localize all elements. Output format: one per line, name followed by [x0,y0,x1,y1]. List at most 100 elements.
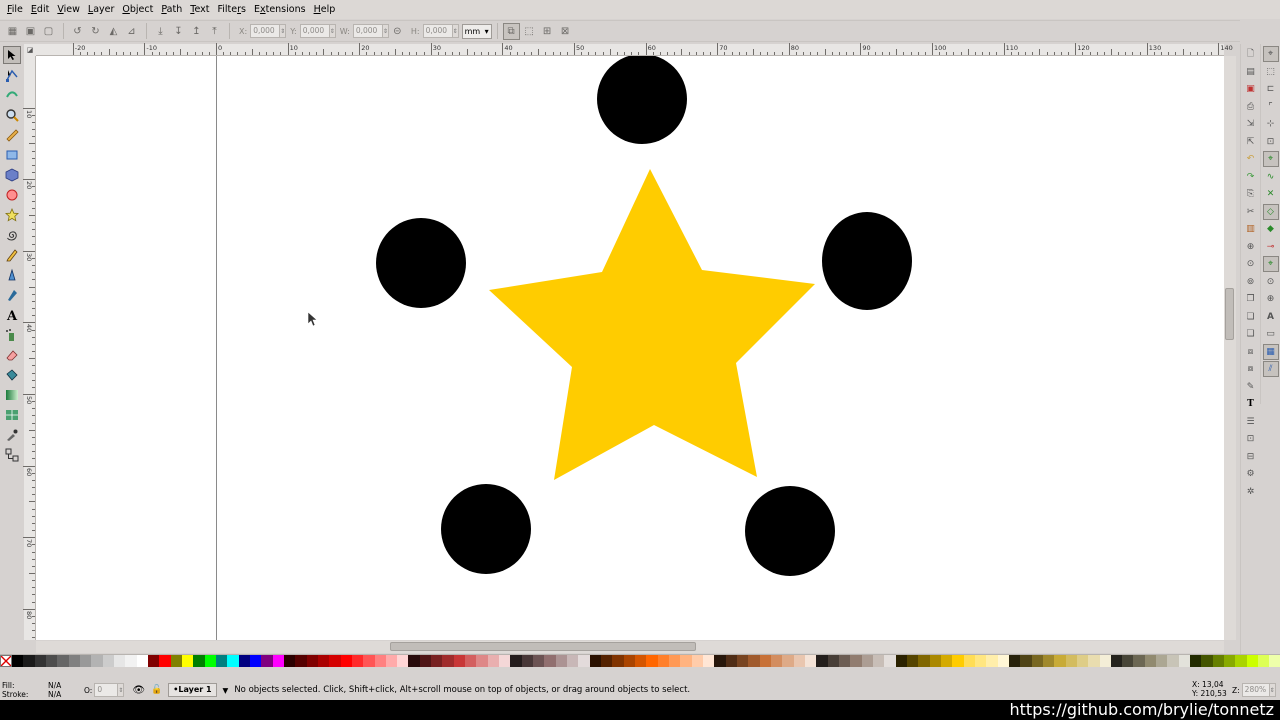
palette-swatch[interactable] [940,655,953,667]
palette-swatch[interactable] [68,655,80,667]
lower-to-bottom-icon[interactable]: ⤓ [152,23,169,40]
palette-swatch[interactable] [499,655,511,667]
palette-swatch[interactable] [623,655,636,667]
vertical-scrollbar-thumb[interactable] [1225,288,1234,340]
palette-swatch[interactable] [1258,655,1270,667]
palette-swatch[interactable] [533,655,545,667]
snap-bbox-icon[interactable]: ⬚ [1263,64,1279,80]
palette-swatch[interactable] [1246,655,1259,667]
palette-swatch[interactable] [147,655,160,667]
palette-swatch[interactable] [601,655,613,667]
text-tool-icon[interactable]: A [3,306,21,324]
rotate-ccw-icon[interactable]: ↺ [69,23,86,40]
palette-swatch[interactable] [1156,655,1168,667]
deselect-icon[interactable]: ▢ [40,23,57,40]
vertical-ruler[interactable]: 10 20 30 40 50 60 70 80 [23,56,36,640]
document-properties-icon[interactable]: ⚙ [1243,466,1259,482]
unit-select[interactable]: mm ▾ [461,23,492,39]
palette-swatch[interactable] [589,655,602,667]
flip-horizontal-icon[interactable]: ◭ [105,23,122,40]
palette-swatch[interactable] [79,655,92,667]
dropper-tool-icon[interactable] [3,426,21,444]
palette-swatch[interactable] [804,655,817,667]
spray-tool-icon[interactable] [3,326,21,344]
palette-swatch[interactable] [714,655,726,667]
preferences-icon[interactable]: ✲ [1243,484,1259,500]
palette-swatch[interactable] [1110,655,1123,667]
circle-bottom-right[interactable] [745,486,835,576]
palette-swatch[interactable] [1054,655,1066,667]
palette-swatch[interactable] [737,655,749,667]
circle-left[interactable] [376,218,466,308]
snap-cusp-nodes-icon[interactable]: ◇ [1262,203,1279,220]
rectangle-tool-icon[interactable] [3,146,21,164]
x-input[interactable]: 0,000 [250,24,281,38]
palette-swatch[interactable] [578,655,590,667]
palette-swatch[interactable] [385,655,398,667]
palette-swatch[interactable] [906,655,919,667]
snap-grid-icon[interactable]: ▦ [1262,343,1279,360]
connector-tool-icon[interactable] [3,446,21,464]
move-gradients-icon[interactable]: ⊞ [539,23,556,40]
h-spin-arrows-icon[interactable]: ⇕ [453,24,459,38]
opacity-spin-arrows-icon[interactable]: ⇕ [118,683,125,697]
palette-swatch[interactable] [306,655,318,667]
move-patterns-icon[interactable]: ⊠ [557,23,574,40]
save-document-icon[interactable]: ▣ [1243,81,1259,97]
palette-swatch[interactable] [465,655,477,667]
palette-swatch[interactable] [487,655,500,667]
palette-swatch[interactable] [703,655,715,667]
measure-tool-icon[interactable] [3,126,21,144]
menu-object[interactable]: Object [118,0,157,19]
current-layer-select[interactable]: •Layer 1 [168,683,217,697]
palette-swatch[interactable] [521,655,534,667]
palette-swatch[interactable] [329,655,341,667]
palette-swatch[interactable] [102,655,114,667]
no-color-swatch[interactable] [0,655,12,667]
chevron-down-icon[interactable]: ▼ [223,686,229,695]
pen-tool-icon[interactable] [3,266,21,284]
palette-swatch[interactable] [419,655,432,667]
palette-swatch[interactable] [397,655,409,667]
palette-swatch[interactable] [261,655,273,667]
palette-swatch[interactable] [272,655,284,667]
palette-swatch[interactable] [340,655,352,667]
palette-swatch[interactable] [476,655,488,667]
h-input[interactable]: 0,000 [422,24,453,38]
palette-swatch[interactable] [1190,655,1202,667]
palette-swatch[interactable] [1065,655,1077,667]
palette-swatch[interactable] [872,655,885,667]
select-all-layers-icon[interactable]: ▣ [22,23,39,40]
palette-swatch[interactable] [963,655,975,667]
layer-lock-icon[interactable]: 🔓 [151,685,162,695]
zoom-selection-icon[interactable]: ⊕ [1243,239,1259,255]
palette-swatch[interactable] [680,655,692,667]
snap-bbox-edge-icon[interactable]: ⊏ [1263,81,1279,97]
palette-swatch[interactable] [136,655,148,667]
y-spin-arrows-icon[interactable]: ⇕ [330,24,336,38]
select-all-icon[interactable]: ▦ [4,23,21,40]
snap-rotation-center-icon[interactable]: ⊕ [1263,291,1279,307]
palette-swatch[interactable] [91,655,103,667]
w-input[interactable]: 0,000 [352,24,383,38]
palette-swatch[interactable] [113,655,126,667]
palette-swatch[interactable] [23,655,35,667]
snap-page-border-icon[interactable]: ▭ [1263,326,1279,342]
horizontal-ruler[interactable]: -20 -10 0 10 20 30 40 50 60 70 80 90 100 110 120 130 140 [36,43,1233,56]
paste-icon[interactable]: ▥ [1243,221,1259,237]
palette-swatch[interactable] [770,655,783,667]
zoom-drawing-icon[interactable]: ⊙ [1243,256,1259,272]
palette-swatch[interactable] [1088,655,1100,667]
palette-swatch[interactable] [1212,655,1225,667]
print-icon[interactable]: ⎙ [1243,99,1259,115]
copy-icon[interactable]: ⎘ [1243,186,1259,202]
palette-swatch[interactable] [850,655,862,667]
tweak-tool-icon[interactable] [3,86,21,104]
palette-swatch[interactable] [838,655,851,667]
snap-bbox-center-icon[interactable]: ⊡ [1263,134,1279,150]
palette-swatch[interactable] [1144,655,1157,667]
palette-swatch[interactable] [657,655,670,667]
menu-filters[interactable]: Filters [213,0,249,19]
export-icon[interactable]: ⇱ [1243,134,1259,150]
star-shape[interactable] [489,169,815,480]
